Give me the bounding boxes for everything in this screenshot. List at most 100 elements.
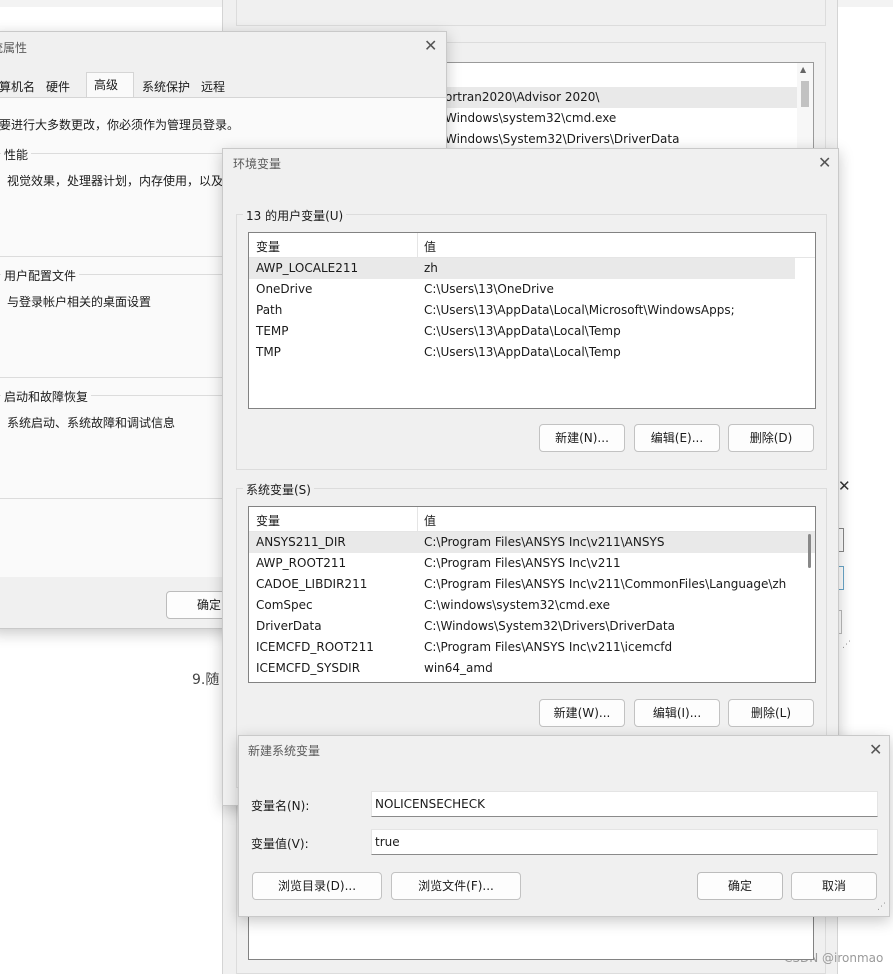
- tab-computer-name[interactable]: 算机名: [0, 77, 35, 99]
- user-new-button[interactable]: 新建(N)...: [539, 424, 625, 452]
- scroll-thumb[interactable]: [801, 81, 809, 107]
- column-header-variable[interactable]: 变量: [256, 238, 280, 255]
- startup-recovery-desc: 系统启动、系统故障和调试信息: [7, 416, 176, 430]
- tab-system-protection[interactable]: 系统保护: [142, 77, 190, 99]
- variable-name: TMP: [256, 345, 281, 359]
- tab-advanced[interactable]: 高级: [86, 72, 134, 99]
- variable-name: AWP_LOCALE211: [256, 261, 359, 275]
- user-variables-label: 13 的用户变量(U): [243, 207, 347, 224]
- table-row[interactable]: AWP_LOCALE211 zh: [249, 258, 795, 279]
- scroll-up-icon[interactable]: ▲: [800, 65, 806, 74]
- system-new-button[interactable]: 新建(W)...: [539, 699, 625, 727]
- user-profile-group: 用户配置文件 与登录帐户相关的桌面设置: [0, 267, 236, 378]
- lower-list-box: [248, 914, 814, 960]
- variable-name: OneDrive: [256, 282, 313, 296]
- variable-value: C:\Users\13\AppData\Local\Temp: [424, 345, 621, 359]
- variable-name: ComSpec: [256, 598, 313, 612]
- user-profile-label: 用户配置文件: [1, 267, 80, 284]
- variable-name: ANSYS211_DIR: [256, 535, 346, 549]
- table-row[interactable]: CADOE_LIBDIR211 C:\Program Files\ANSYS In…: [249, 574, 815, 595]
- variable-value: C:\Program Files\ANSYS Inc\v211\icemcfd: [424, 640, 673, 654]
- path-list-bg: ortran2020\Advisor 2020\ Windows\system3…: [440, 62, 814, 152]
- path-row[interactable]: ortran2020\Advisor 2020\: [441, 87, 797, 108]
- close-icon[interactable]: ✕: [869, 742, 882, 758]
- dialog-title: 环境变量: [233, 157, 282, 171]
- browse-directory-button[interactable]: 浏览目录(D)...: [252, 872, 382, 900]
- variable-value: C:\Program Files\ANSYS Inc\v211\ANSYS: [424, 535, 665, 549]
- table-row[interactable]: AWP_ROOT211 C:\Program Files\ANSYS Inc\v2…: [249, 553, 815, 574]
- table-row[interactable]: ComSpec C:\windows\system32\cmd.exe: [249, 595, 815, 616]
- user-edit-button[interactable]: 编辑(E)...: [634, 424, 720, 452]
- variable-name-label: 变量名(N):: [251, 799, 310, 813]
- user-delete-button[interactable]: 删除(D): [728, 424, 814, 452]
- table-header: 变量 值: [249, 233, 815, 258]
- path-row-text: Windows\system32\cmd.exe: [445, 111, 617, 125]
- back-window-topbox: [236, 0, 826, 26]
- resize-grip-icon: ⋰: [877, 902, 886, 912]
- table-row[interactable]: TEMP C:\Users\13\AppData\Local\Temp: [249, 321, 795, 342]
- table-row[interactable]: Path C:\Users\13\AppData\Local\Microsoft\…: [249, 300, 795, 321]
- scroll-thumb[interactable]: [808, 534, 811, 568]
- close-icon[interactable]: ✕: [424, 38, 437, 54]
- tab-hardware[interactable]: 硬件: [46, 77, 70, 99]
- vertical-scrollbar[interactable]: [803, 532, 815, 682]
- variable-name: ICEMCFD_SYSDIR: [256, 661, 361, 675]
- variable-value: zh: [424, 261, 438, 275]
- path-row-text: Windows\System32\Drivers\DriverData: [445, 132, 680, 146]
- dialog-title: 新建系统变量: [248, 744, 321, 758]
- variable-name: ICEMCFD_ROOT211: [256, 640, 374, 654]
- variable-value-input[interactable]: true: [371, 829, 878, 855]
- dialog-title: 统属性: [0, 41, 28, 55]
- performance-desc: 视觉效果，处理器计划，内存使用，以及: [7, 174, 224, 188]
- table-row[interactable]: DriverData C:\Windows\System32\Drivers\Dr…: [249, 616, 815, 637]
- path-scrollbar[interactable]: ▲: [797, 63, 813, 151]
- variable-value: C:\Program Files\ANSYS Inc\v211: [424, 556, 621, 570]
- column-divider[interactable]: [417, 233, 418, 257]
- table-row[interactable]: ICEMCFD_ROOT211 C:\Program Files\ANSYS In…: [249, 637, 815, 658]
- browse-file-button[interactable]: 浏览文件(F)...: [391, 872, 521, 900]
- step-text: 9.随: [192, 672, 220, 688]
- column-header-value[interactable]: 值: [424, 512, 436, 529]
- variable-name: TEMP: [256, 324, 289, 338]
- user-profile-desc: 与登录帐户相关的桌面设置: [7, 295, 152, 309]
- path-row-text: ortran2020\Advisor 2020\: [445, 90, 600, 104]
- performance-label: 性能: [1, 146, 32, 163]
- table-row[interactable]: TMP C:\Users\13\AppData\Local\Temp: [249, 342, 795, 363]
- table-row[interactable]: ANSYS211_DIR C:\Program Files\ANSYS Inc\v…: [249, 532, 815, 553]
- variable-value: C:\Program Files\ANSYS Inc\v211\CommonFi…: [424, 577, 787, 591]
- user-variables-table: 变量 值 AWP_LOCALE211 zh OneDrive C:\Users\13…: [248, 232, 816, 409]
- performance-group: 性能 视觉效果，处理器计划，内存使用，以及: [0, 146, 236, 257]
- variable-name: CADOE_LIBDIR211: [256, 577, 368, 591]
- column-header-variable[interactable]: 变量: [256, 512, 280, 529]
- variable-value-label: 变量值(V):: [251, 837, 309, 851]
- tab-remote[interactable]: 远程: [201, 77, 225, 99]
- ok-button[interactable]: 确定: [697, 872, 783, 900]
- system-edit-button[interactable]: 编辑(I)...: [634, 699, 720, 727]
- resize-grip-icon: ⋰: [842, 640, 851, 650]
- system-variables-label: 系统变量(S): [243, 481, 314, 498]
- column-divider[interactable]: [417, 507, 418, 531]
- startup-recovery-group: 启动和故障恢复 系统启动、系统故障和调试信息: [0, 388, 236, 499]
- table-header: 变量 值: [249, 507, 815, 532]
- variable-value: C:\Windows\System32\Drivers\DriverData: [424, 619, 675, 633]
- path-row[interactable]: Windows\system32\cmd.exe: [441, 108, 797, 129]
- variable-name: DriverData: [256, 619, 322, 633]
- variable-value: win64_amd: [424, 661, 493, 675]
- system-variables-table: 变量 值 ANSYS211_DIR C:\Program Files\ANSYS …: [248, 506, 816, 683]
- cancel-button[interactable]: 取消: [791, 872, 877, 900]
- variable-name: AWP_ROOT211: [256, 556, 347, 570]
- startup-recovery-label: 启动和故障恢复: [1, 388, 92, 405]
- variable-value: C:\windows\system32\cmd.exe: [424, 598, 610, 612]
- environment-variables-dialog: 环境变量 ✕ 13 的用户变量(U) 变量 值 AWP_LOCALE211 zh …: [222, 148, 839, 806]
- system-delete-button[interactable]: 删除(L): [728, 699, 814, 727]
- variable-value: C:\Users\13\OneDrive: [424, 282, 554, 296]
- close-icon[interactable]: ✕: [818, 155, 831, 171]
- variable-value: C:\Users\13\AppData\Local\Temp: [424, 324, 621, 338]
- admin-note: 要进行大多数更改，你必须作为管理员登录。: [0, 118, 240, 132]
- path-row[interactable]: Windows\System32\Drivers\DriverData: [441, 129, 797, 150]
- table-row[interactable]: OneDrive C:\Users\13\OneDrive: [249, 279, 795, 300]
- column-header-value[interactable]: 值: [424, 238, 436, 255]
- variable-name-input[interactable]: NOLICENSECHECK: [371, 791, 878, 817]
- table-row[interactable]: ICEMCFD_SYSDIR win64_amd: [249, 658, 815, 679]
- close-icon[interactable]: ✕: [838, 477, 851, 495]
